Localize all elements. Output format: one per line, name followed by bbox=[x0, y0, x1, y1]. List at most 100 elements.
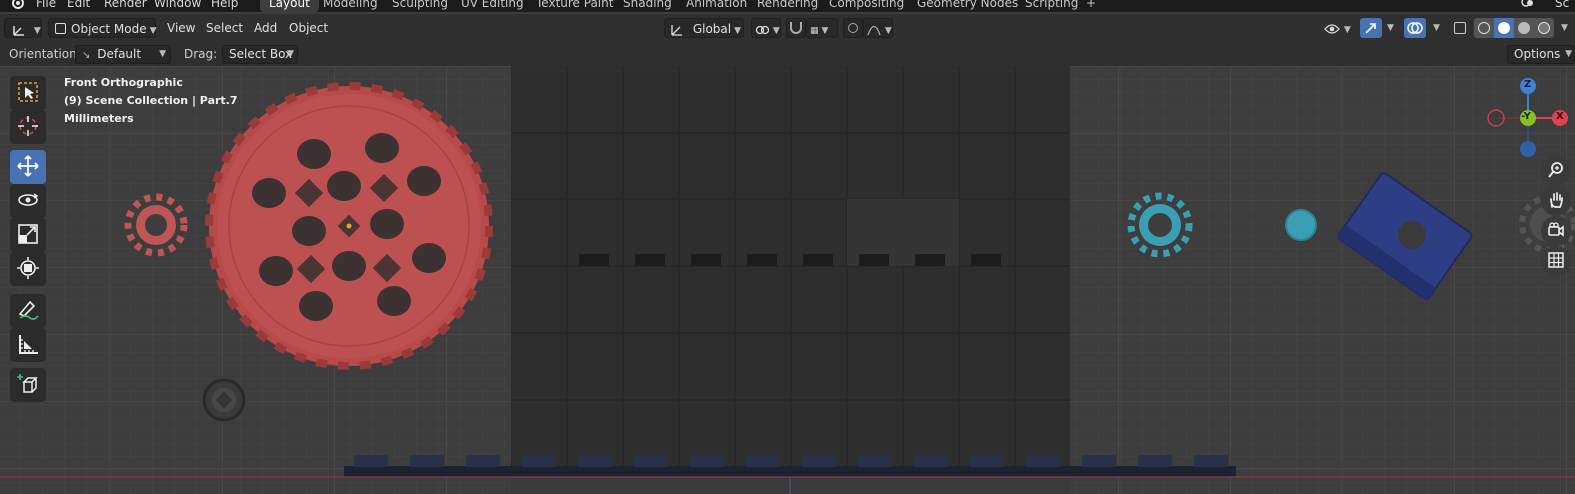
snap-toggle[interactable] bbox=[786, 18, 806, 38]
chevron-down-icon: ▼ bbox=[159, 49, 166, 59]
shading-rendered[interactable] bbox=[1534, 18, 1554, 38]
shading-material[interactable] bbox=[1514, 18, 1534, 38]
drag-label: Drag: bbox=[184, 47, 218, 61]
tool-rotate[interactable] bbox=[10, 184, 46, 218]
proportional-edit-toggle[interactable] bbox=[843, 18, 863, 38]
orientation-dropdown[interactable]: ↘ Default ▼ bbox=[75, 45, 171, 64]
chevron-down-icon: ▼ bbox=[772, 26, 780, 36]
scene-name-fragment[interactable]: Sc bbox=[1555, 0, 1569, 10]
options-label: Options bbox=[1514, 47, 1561, 61]
tool-annotate[interactable] bbox=[10, 294, 46, 328]
tab-layout[interactable]: Layout bbox=[260, 0, 319, 12]
blender-logo-icon[interactable] bbox=[11, 0, 25, 12]
drag-dropdown[interactable]: Select Box ▼ bbox=[222, 45, 298, 64]
shading-wireframe[interactable] bbox=[1474, 18, 1494, 38]
xray-toggle[interactable] bbox=[1450, 18, 1470, 38]
3d-viewport[interactable]: Z -Y X Front Orthographic (9) Scene Coll… bbox=[0, 66, 1575, 494]
move-icon bbox=[16, 154, 40, 181]
options-dropdown[interactable]: Options ▼ bbox=[1507, 45, 1575, 64]
units-text: Millimeters bbox=[64, 112, 134, 125]
tab-animation[interactable]: Animation bbox=[677, 0, 756, 12]
wireframe-sphere-icon bbox=[1478, 22, 1490, 34]
rotate-icon bbox=[16, 188, 40, 215]
tab-modeling[interactable]: Modeling bbox=[314, 0, 387, 12]
hand-icon bbox=[1547, 191, 1565, 212]
chevron-down-icon: ▼ bbox=[1565, 49, 1572, 59]
viewport-header: ▼ Object Mode ▼ View Select Add Object Gl… bbox=[0, 14, 1575, 42]
pivot-point-dropdown[interactable]: ▼ bbox=[751, 18, 781, 38]
menu-file[interactable]: File bbox=[36, 0, 56, 10]
solid-sphere-icon bbox=[1498, 22, 1510, 34]
add-cube-icon bbox=[16, 372, 40, 399]
tab-compositing[interactable]: Compositing bbox=[820, 0, 913, 12]
tab-sculpting[interactable]: Sculpting bbox=[383, 0, 457, 12]
small-red-gear-object bbox=[124, 193, 188, 257]
gizmo-toggle[interactable] bbox=[1360, 18, 1382, 38]
menu-render[interactable]: Render bbox=[104, 0, 147, 10]
chevron-down-icon[interactable]: ▼ bbox=[1561, 18, 1568, 38]
orientation-gizmo-icon: ↘ bbox=[82, 50, 91, 61]
menu-help[interactable]: Help bbox=[211, 0, 238, 10]
scene-canvas bbox=[0, 66, 1575, 494]
teal-gear-object bbox=[1127, 192, 1193, 258]
cursor-icon bbox=[16, 114, 40, 141]
measure-icon bbox=[16, 332, 40, 359]
tab-geometry-nodes[interactable]: Geometry Nodes bbox=[908, 0, 1027, 12]
magnifier-icon bbox=[1547, 161, 1565, 182]
gizmo-y-label[interactable]: -Y bbox=[1521, 111, 1531, 122]
tab-rendering[interactable]: Rendering bbox=[748, 0, 827, 12]
snap-target-dropdown[interactable]: ▦ ▼ bbox=[806, 18, 838, 38]
eye-icon bbox=[1324, 21, 1344, 35]
tab-texture-paint[interactable]: Texture Paint bbox=[527, 0, 622, 12]
snap-increment-icon: ▦ bbox=[810, 26, 819, 36]
menu-view[interactable]: View bbox=[167, 18, 195, 38]
chevron-down-icon: ▼ bbox=[287, 49, 294, 59]
tab-shading[interactable]: Shading bbox=[614, 0, 681, 12]
shading-solid[interactable] bbox=[1494, 18, 1514, 38]
falloff-dropdown[interactable]: ▼ bbox=[863, 18, 893, 38]
menu-add[interactable]: Add bbox=[254, 18, 277, 38]
menu-object[interactable]: Object bbox=[289, 18, 328, 38]
tool-cursor[interactable] bbox=[10, 110, 46, 144]
camera-view-button[interactable] bbox=[1541, 216, 1571, 246]
chevron-down-icon[interactable]: ▼ bbox=[1387, 18, 1394, 38]
chevron-down-icon: ▼ bbox=[33, 26, 41, 36]
orientation-value: Default bbox=[97, 47, 142, 61]
chevron-down-icon[interactable]: ▼ bbox=[1433, 18, 1440, 38]
xray-icon bbox=[1454, 22, 1466, 34]
collection-text: (9) Scene Collection | Part.7 bbox=[64, 94, 238, 107]
transform-orientation-dropdown[interactable]: Global ▼ bbox=[664, 18, 744, 38]
chevron-down-icon: ▼ bbox=[1343, 25, 1351, 35]
proportional-icon bbox=[848, 23, 858, 33]
menu-edit[interactable]: Edit bbox=[67, 0, 90, 10]
editor-type-button[interactable]: ▼ bbox=[4, 18, 42, 38]
top-menu-bar: File Edit Render Window Help Layout Mode… bbox=[0, 0, 1575, 12]
view-name-text: Front Orthographic bbox=[64, 76, 183, 89]
pan-button[interactable] bbox=[1541, 186, 1571, 216]
tab-uv-editing[interactable]: UV Editing bbox=[452, 0, 533, 12]
zoom-button[interactable] bbox=[1541, 156, 1571, 186]
scene-selector-icon[interactable] bbox=[1520, 0, 1540, 12]
orientation-label: Global bbox=[692, 22, 732, 36]
pivot-icon bbox=[755, 22, 773, 36]
tool-add-cube[interactable] bbox=[10, 368, 46, 402]
gizmo-arrow-icon bbox=[1360, 23, 1382, 41]
camera-icon bbox=[1547, 221, 1565, 242]
gizmo-z-label[interactable]: Z bbox=[1524, 79, 1531, 90]
grid-icon bbox=[1547, 251, 1565, 272]
overlays-toggle[interactable] bbox=[1404, 18, 1426, 38]
projection-toggle-button[interactable] bbox=[1541, 246, 1571, 276]
gizmo-x-label[interactable]: X bbox=[1556, 111, 1564, 122]
tool-move[interactable] bbox=[10, 150, 46, 184]
add-workspace-button[interactable]: + bbox=[1077, 0, 1105, 12]
tool-transform[interactable] bbox=[10, 252, 46, 286]
tool-scale[interactable] bbox=[10, 218, 46, 252]
tool-select-box[interactable] bbox=[10, 76, 46, 110]
teal-bead-object bbox=[1285, 209, 1317, 241]
axes-icon bbox=[11, 22, 31, 36]
mode-dropdown[interactable]: Object Mode ▼ bbox=[48, 18, 157, 38]
visibility-dropdown[interactable]: ▼ bbox=[1324, 18, 1356, 38]
menu-window[interactable]: Window bbox=[154, 0, 201, 10]
menu-select[interactable]: Select bbox=[206, 18, 243, 38]
tool-measure[interactable] bbox=[10, 328, 46, 362]
